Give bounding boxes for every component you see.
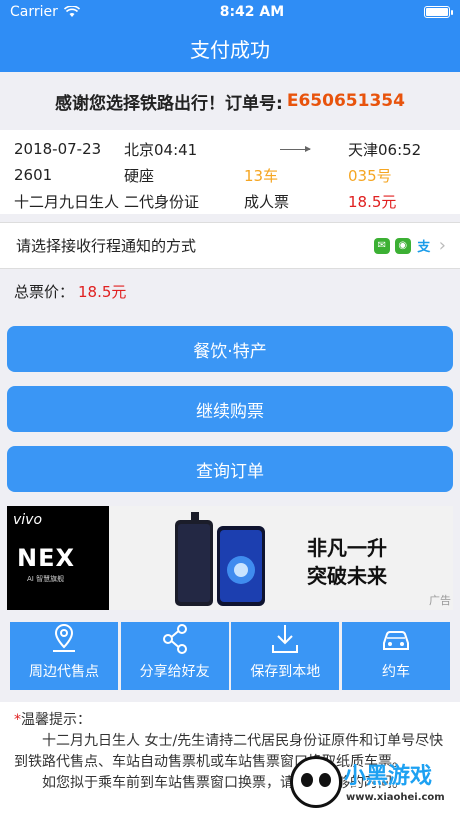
share-label: 周边代售点: [29, 664, 99, 680]
download-icon: [272, 625, 299, 653]
total-label: 总票价：: [14, 283, 75, 301]
panda-logo-icon: [290, 756, 342, 808]
wechat-icon[interactable]: ◉: [394, 237, 411, 254]
wifi-icon: [63, 6, 80, 17]
car-number: 13车: [244, 166, 279, 185]
share-icon: [162, 624, 187, 654]
ad-banner[interactable]: vivo NEX AI 智慧旗舰 非凡一升 突破未来 广告: [7, 506, 453, 610]
battery-icon: [423, 6, 453, 18]
thanks-banner: 感谢您选择铁路出行！订单号: E650651354: [0, 72, 460, 130]
seat-number: 035号: [348, 166, 392, 185]
passenger-name: 十二月九日生人: [14, 192, 120, 211]
train-number: 2601: [14, 166, 53, 184]
route-arrow-icon: [244, 140, 348, 158]
phone-image: [175, 512, 265, 606]
share-label: 保存到本地: [250, 664, 321, 680]
tips-title: *温馨提示：: [14, 712, 91, 728]
ad-slogan-line1: 非凡一升: [307, 536, 387, 560]
ad-brand: vivo: [13, 512, 43, 528]
ad-slogan-line2: 突破未来: [307, 564, 387, 588]
ad-product-sub: AI 智慧旗舰: [27, 575, 65, 583]
notify-method-row[interactable]: 请选择接收行程通知的方式 ✉ ◉ 支 ›: [0, 222, 460, 268]
total-price-row: 总票价： 18.5元: [0, 268, 460, 314]
share-actions: 周边代售点 分享给好友 保存到本地 约车: [10, 622, 450, 690]
thanks-text: 感谢您选择铁路出行！订单号:: [55, 93, 283, 114]
total-value: 18.5元: [78, 283, 127, 301]
travel-date: 2018-07-23: [14, 140, 102, 158]
location-icon: [53, 623, 75, 652]
nav-bar: 支付成功: [0, 24, 460, 72]
save-local-button[interactable]: 保存到本地: [231, 622, 340, 690]
alipay-icon[interactable]: 支: [415, 237, 432, 255]
clock: 8:42 AM: [219, 4, 285, 20]
ad-tag: 广告: [429, 594, 451, 607]
order-number: E650651354: [286, 91, 405, 111]
seat-type: 硬座: [124, 166, 155, 185]
watermark-brand: 小黑游戏: [344, 764, 433, 789]
ticket-row-route: 2018-07-23 北京04:41 天津06:52: [0, 136, 460, 162]
departure: 北京04:41: [124, 140, 198, 159]
ticket-info: 2018-07-23 北京04:41 天津06:52 2601 硬座 13车 0…: [0, 130, 460, 214]
watermark-url: www.xiaohei.com: [346, 792, 445, 803]
ad-product: NEX: [17, 544, 75, 572]
chevron-right-icon: ›: [438, 235, 446, 256]
book-car-button[interactable]: 约车: [341, 622, 450, 690]
ad-slogan: 非凡一升 突破未来: [307, 534, 387, 590]
ticket-type: 成人票: [244, 192, 290, 211]
ticket-row-seat: 2601 硬座 13车 035号: [0, 162, 460, 188]
ticket-row-passenger: 十二月九日生人 二代身份证 成人票 18.5元: [0, 188, 460, 214]
share-label: 约车: [381, 664, 410, 680]
page-title: 支付成功: [190, 37, 270, 62]
nearby-outlets-button[interactable]: 周边代售点: [10, 622, 118, 690]
share-to-friends-button[interactable]: 分享给好友: [120, 622, 229, 690]
status-bar: Carrier 8:42 AM: [0, 0, 460, 24]
share-label: 分享给好友: [139, 664, 210, 680]
continue-booking-button[interactable]: 继续购票: [7, 386, 453, 432]
ticket-price: 18.5元: [348, 192, 397, 211]
message-icon[interactable]: ✉: [373, 237, 390, 254]
notify-label: 请选择接收行程通知的方式: [16, 237, 197, 255]
ad-brand-panel: vivo NEX AI 智慧旗舰: [7, 506, 109, 610]
food-specialty-button[interactable]: 餐饮·特产: [7, 326, 453, 372]
watermark: 小黑游戏 www.xiaohei.com: [284, 754, 454, 814]
car-icon: [382, 631, 409, 650]
query-order-button[interactable]: 查询订单: [7, 446, 453, 492]
arrival: 天津06:52: [348, 140, 422, 159]
id-type: 二代身份证: [124, 192, 200, 211]
carrier-label: Carrier: [10, 4, 58, 20]
